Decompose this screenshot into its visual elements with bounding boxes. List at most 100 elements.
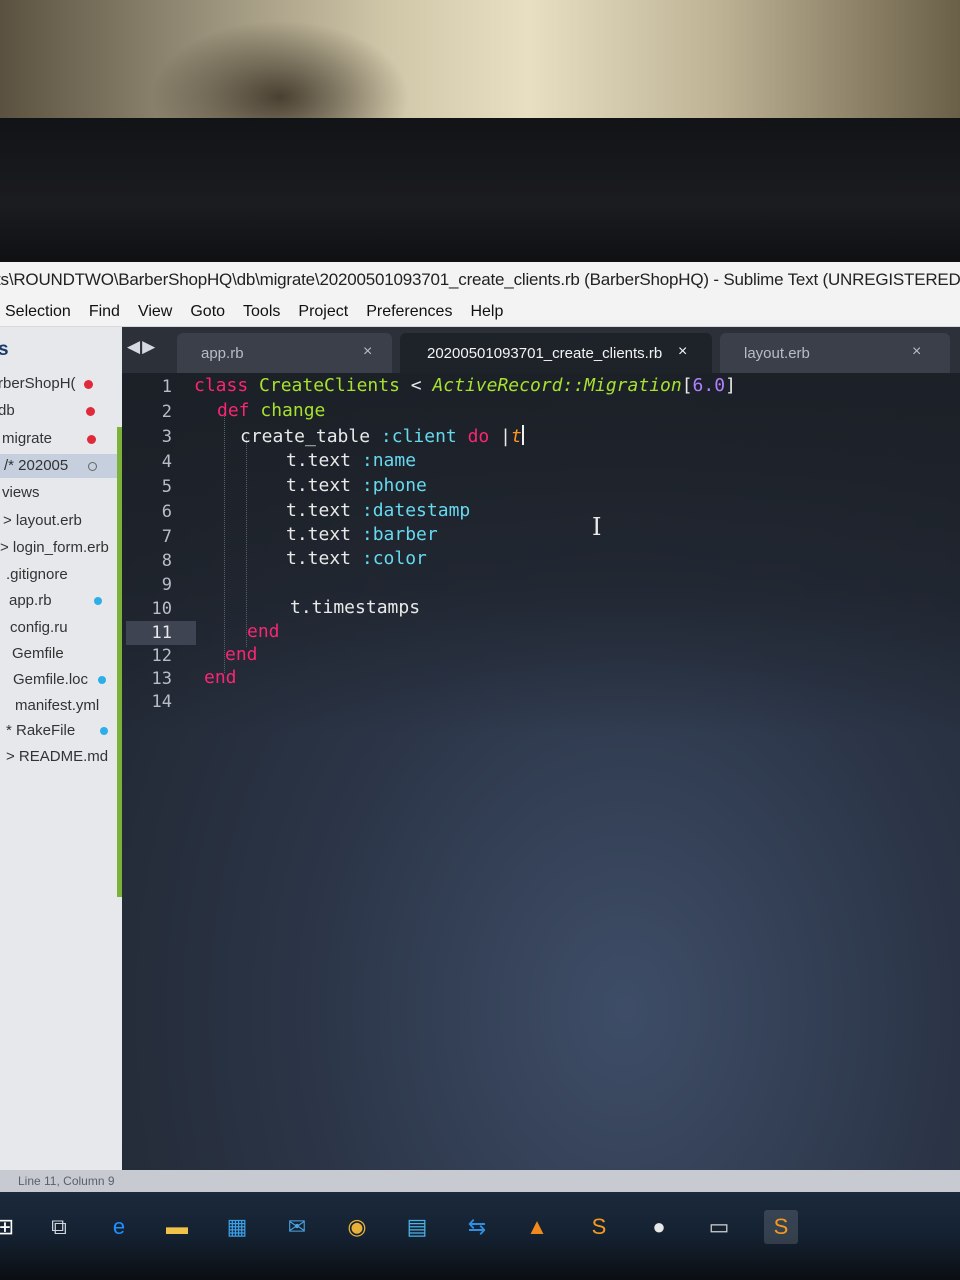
line-number: 7 (161, 527, 172, 547)
sidebar-item-label: rberShopH( (0, 375, 76, 392)
code-line-13: end (204, 667, 237, 688)
token-keyword: class (194, 375, 249, 396)
token-method-name: change (260, 400, 326, 421)
close-icon[interactable]: × (678, 343, 687, 361)
menu-help[interactable]: Help (461, 303, 512, 321)
token-call: t.timestamps (290, 597, 421, 618)
sidebar-item-label: .gitignore (6, 566, 68, 583)
sidebar-item-label: app.rb (9, 592, 52, 609)
code-line-7: t.text :barber (286, 524, 438, 545)
sidebar-item-views[interactable]: views (0, 481, 117, 505)
token-number: 6.0 (692, 375, 726, 396)
windows-start-icon[interactable]: ⊞ (0, 1210, 22, 1244)
code-line-4: t.text :name (286, 450, 416, 471)
token-call: t.text (286, 500, 352, 521)
file-explorer-icon[interactable]: ▬ (160, 1210, 194, 1244)
token-bracket: [ (681, 375, 693, 396)
sidebar-item-gemfile-lock[interactable]: Gemfile.loc (0, 668, 117, 692)
sidebar-item-migrate[interactable]: migrate (0, 427, 117, 451)
tab-layout-erb[interactable]: layout.erb × (720, 333, 950, 373)
line-number: 3 (161, 427, 172, 447)
store-icon[interactable]: ▦ (220, 1210, 254, 1244)
background-room (0, 0, 960, 130)
background-object (150, 20, 410, 130)
chrome-icon[interactable]: ◉ (340, 1210, 374, 1244)
code-line-3: create_table :client do |t (240, 425, 524, 447)
sidebar-item-gitignore[interactable]: .gitignore (0, 563, 117, 587)
token-symbol: :barber (361, 524, 438, 545)
teamviewer-icon[interactable]: ⇆ (460, 1210, 494, 1244)
sublime-text-icon[interactable]: S (582, 1210, 616, 1244)
open-file-ring-icon (88, 462, 97, 471)
sidebar-item-label: manifest.yml (15, 697, 100, 714)
code-line-12: end (225, 644, 258, 665)
vlc-icon[interactable]: ▲ (520, 1210, 554, 1244)
token-call: t.text (286, 475, 352, 496)
window-title: ts\ROUNDTWO\BarberShopHQ\db\migrate\2020… (0, 270, 960, 289)
sidebar-item-login-form-erb[interactable]: > login_form.erb (0, 536, 117, 560)
line-number: 9 (161, 575, 172, 595)
menu-tools[interactable]: Tools (234, 303, 289, 321)
token-symbol: :client (380, 426, 457, 447)
token-call: t.text (286, 548, 352, 569)
close-icon[interactable]: × (912, 343, 921, 361)
menu-preferences[interactable]: Preferences (357, 303, 461, 321)
menu-project[interactable]: Project (289, 303, 357, 321)
sidebar-item-readme-md[interactable]: > README.md (0, 745, 117, 769)
sidebar-item-gemfile[interactable]: Gemfile (0, 642, 117, 666)
sidebar-item-manifest-yml[interactable]: manifest.yml (0, 694, 117, 718)
sidebar-item-config-ru[interactable]: config.ru (0, 616, 117, 640)
modified-dot-icon (100, 727, 108, 735)
calculator-icon[interactable]: ▤ (400, 1210, 434, 1244)
token-block-arg: t (510, 426, 522, 447)
sidebar-heading: s (0, 339, 9, 360)
ibeam-cursor-icon: I (592, 513, 602, 541)
line-number: 12 (151, 646, 172, 666)
sidebar-item-app-rb[interactable]: app.rb (0, 589, 117, 613)
code-editor[interactable]: 1 2 3 4 5 6 7 8 9 10 11 12 13 14 class C… (122, 373, 960, 1170)
sidebar-item-rakefile[interactable]: * RakeFile (0, 719, 117, 743)
tab-create-clients-rb[interactable]: 20200501093701_create_clients.rb × (400, 333, 712, 373)
code-line-1: class CreateClients < ActiveRecord::Migr… (194, 375, 736, 396)
menu-find[interactable]: Find (80, 303, 129, 321)
token-call: t.text (286, 524, 352, 545)
line-number: 1 (161, 377, 172, 397)
sidebar-item-label: Gemfile (12, 645, 64, 662)
tab-label: app.rb (201, 345, 244, 362)
task-view-icon[interactable]: ⧉ (42, 1210, 76, 1244)
line-number: 14 (151, 692, 172, 712)
sidebar-item-migration-file[interactable]: /* 202005 (0, 454, 117, 478)
terminal-icon[interactable]: ▭ (702, 1210, 736, 1244)
token-bracket: ] (725, 375, 736, 396)
sidebar-item-label: > login_form.erb (0, 539, 109, 556)
indent-guide (224, 413, 225, 673)
token-pipe: | (500, 426, 511, 447)
sidebar-item-layout-erb[interactable]: > layout.erb (0, 509, 117, 533)
mail-icon[interactable]: ✉ (280, 1210, 314, 1244)
globe-icon[interactable]: ● (642, 1210, 676, 1244)
line-number: 8 (161, 551, 172, 571)
sidebar-item-db[interactable]: db (0, 399, 117, 423)
monitor-bezel (0, 118, 960, 262)
sublime-text-active-icon[interactable]: S (764, 1210, 798, 1244)
menu-selection[interactable]: Selection (0, 303, 80, 321)
sidebar-item-label: Gemfile.loc (13, 671, 89, 688)
sidebar-item-project-root[interactable]: rberShopH( (0, 372, 117, 396)
sidebar-file-tree: s rberShopH( db migrate /* 202005 views … (0, 327, 122, 1170)
text-caret (521, 425, 524, 445)
sidebar-item-label: > layout.erb (3, 512, 82, 529)
tab-nav-arrows-icon[interactable]: ◀▶ (127, 337, 157, 357)
token-symbol: :color (361, 548, 427, 569)
menu-goto[interactable]: Goto (181, 303, 234, 321)
token-keyword: end (225, 644, 258, 665)
code-line-8: t.text :color (286, 548, 427, 569)
close-icon[interactable]: × (363, 343, 372, 361)
line-number-current: 11 (151, 623, 172, 643)
token-call: t.text (286, 450, 352, 471)
sidebar-item-label: views (2, 484, 40, 501)
menu-view[interactable]: View (129, 303, 181, 321)
tab-app-rb[interactable]: app.rb × (177, 333, 392, 373)
edge-browser-icon[interactable]: e (102, 1210, 136, 1244)
line-number: 4 (161, 452, 172, 472)
status-bar: Line 11, Column 9 (0, 1170, 960, 1192)
